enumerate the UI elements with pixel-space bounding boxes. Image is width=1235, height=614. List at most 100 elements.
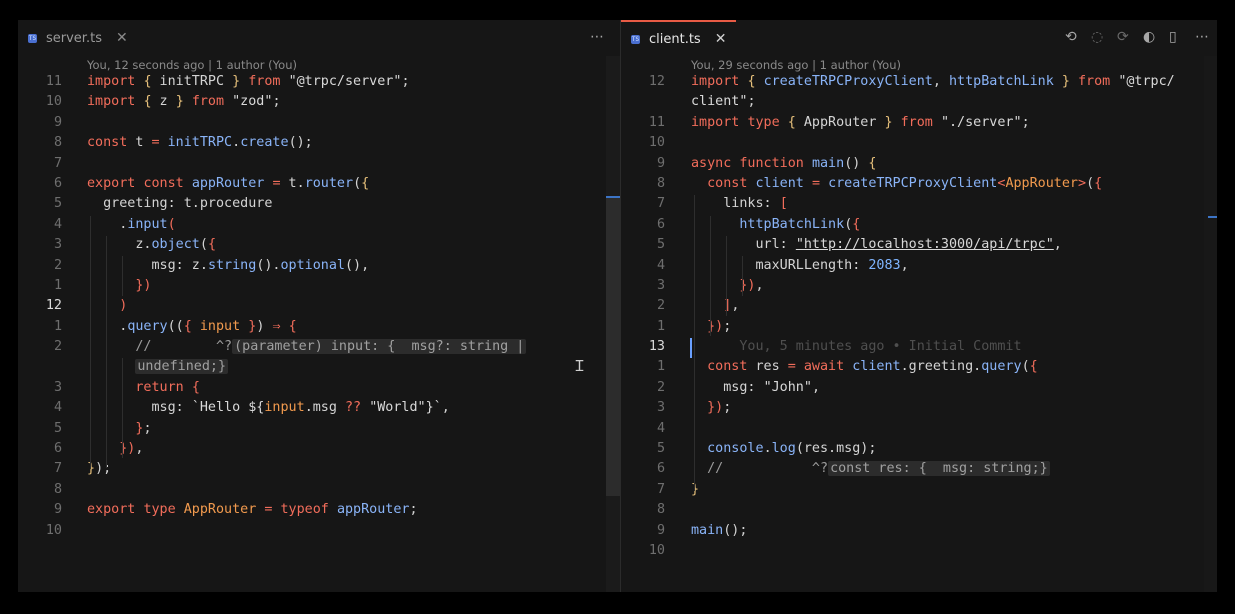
code-text: }); [707, 400, 732, 416]
line-number: 5 [53, 196, 62, 212]
code-line[interactable]: 10 [18, 521, 620, 541]
code-line[interactable]: 5 console.log(res.msg); [621, 439, 1217, 459]
code-line[interactable]: client"; [621, 92, 1217, 112]
editor-group-left: TS server.ts ✕ ⋯ You, 12 seconds ago | 1… [18, 20, 620, 592]
code-text: .input( [87, 216, 176, 232]
code-line[interactable]: 6 export const appRouter = t.router({ [18, 174, 620, 194]
tab-server-ts[interactable]: TS server.ts ✕ [28, 20, 128, 56]
code-text: msg: "John", [691, 379, 820, 395]
code-line[interactable]: 9 async function main() { [621, 154, 1217, 174]
code-line[interactable]: 3 return { [18, 378, 620, 398]
scrollbar-right[interactable] [1204, 56, 1217, 592]
line-number: 2 [656, 379, 665, 395]
scrollbar-left[interactable] [606, 56, 620, 592]
code-line[interactable]: 1 .query(({ input }) ⇒ { [18, 317, 620, 337]
code-line[interactable]: 1 }) [18, 276, 620, 296]
code-line[interactable]: 2 msg: z.string().optional(), [18, 256, 620, 276]
code-line[interactable]: 9 export type AppRouter = typeof appRoute… [18, 500, 620, 520]
code-text: // ^? (parameter) input: { msg?: string | [135, 339, 527, 355]
code-line[interactable]: 3 }); [621, 398, 1217, 418]
code-line[interactable]: 8 const client = createTRPCProxyClient<A… [621, 174, 1217, 194]
line-number: 11 [45, 74, 62, 89]
line-number: 12 [45, 298, 62, 314]
code-text: }) [135, 277, 152, 293]
close-icon[interactable]: ✕ [116, 30, 128, 46]
code-text: return { [135, 379, 200, 395]
code-line[interactable]: 3 z.object({ [18, 235, 620, 255]
code-text: } [691, 481, 700, 497]
code-line[interactable]: 4 .input( [18, 215, 620, 235]
line-number: 2 [53, 257, 62, 273]
code-line[interactable]: 6 // ^? const res: { msg: string;} [621, 459, 1217, 479]
code-line[interactable]: 12 import { createTRPCProxyClient, httpBa… [621, 72, 1217, 92]
close-icon[interactable]: ✕ [715, 31, 727, 47]
code-line[interactable]: 2 // ^? (parameter) input: { msg?: string… [18, 337, 620, 357]
line-number: 6 [656, 216, 665, 232]
split-editor-icon[interactable]: ▯ [1169, 29, 1177, 45]
code-line[interactable]: 10 import { z } from "zod"; [18, 92, 620, 112]
code-line[interactable]: 7}); [18, 459, 620, 479]
code-line[interactable]: 8 const t = initTRPC.create(); [18, 133, 620, 153]
code-line[interactable]: 5 }; [18, 419, 620, 439]
code-line[interactable]: 7 [18, 154, 620, 174]
code-text: // ^? const res: { msg: string;} [707, 461, 1050, 477]
more-actions-icon[interactable]: ⋯ [590, 29, 604, 45]
code-text: client"; [691, 94, 756, 110]
code-line[interactable]: 12 ) [18, 296, 620, 316]
code-editor-left[interactable]: 11 import { initTRPC } from "@trpc/server… [18, 72, 620, 541]
line-number: 2 [656, 298, 665, 314]
code-line[interactable]: 4 [621, 419, 1217, 439]
go-forward-icon[interactable]: ⟳ [1117, 29, 1129, 45]
code-line[interactable]: 9 main(); [621, 521, 1217, 541]
indent-guide [122, 358, 123, 458]
code-line[interactable]: 8 [18, 480, 620, 500]
more-actions-icon[interactable]: ⋯ [1195, 29, 1209, 45]
circle-icon[interactable]: ◌ [1091, 29, 1103, 45]
code-text: export const appRouter = t.router({ [87, 175, 370, 191]
line-number: 5 [656, 237, 665, 253]
line-number: 9 [53, 114, 62, 130]
line-number: 6 [53, 441, 62, 457]
code-line[interactable]: 6 }), [18, 439, 620, 459]
line-number: 1 [656, 359, 665, 375]
cursor-position-marker [1208, 216, 1217, 218]
code-text: const client = createTRPCProxyClient<App… [707, 175, 1103, 191]
indent-guide [106, 236, 107, 468]
line-number: 7 [656, 481, 665, 497]
indent-guide [742, 256, 743, 296]
code-text: }), [739, 277, 764, 293]
code-line[interactable]: 8 [621, 500, 1217, 520]
tab-client-ts[interactable]: TS client.ts ✕ [621, 20, 736, 56]
code-line[interactable]: 5 greeting: t.procedure [18, 194, 620, 214]
go-back-icon[interactable]: ⟲ [1065, 29, 1077, 45]
line-number: 4 [656, 420, 665, 436]
line-number: 8 [53, 135, 62, 151]
line-number: 12 [648, 74, 665, 89]
editor-group-right: TS client.ts ✕ ⟲ ◌ ⟳ ◐ ▯ ⋯ You, 29 secon… [620, 20, 1217, 592]
code-line[interactable]: 9 [18, 113, 620, 133]
timeline-icon[interactable]: ◐ [1143, 29, 1155, 45]
text-cursor-icon: Ｉ [572, 357, 588, 375]
code-line[interactable]: 1 const res = await client.greeting.quer… [621, 357, 1217, 377]
indent-guide [694, 195, 695, 491]
code-text: main(); [691, 522, 748, 538]
code-line[interactable]: 11 import type { AppRouter } from "./serv… [621, 113, 1217, 133]
code-line[interactable]: undefined;} [18, 357, 620, 377]
line-number: 3 [53, 237, 62, 253]
code-line[interactable]: 10 [621, 541, 1217, 561]
code-text: const res = await client.greeting.query(… [707, 359, 1038, 375]
code-line[interactable]: 4 msg: `Hello ${input.msg ?? "World"}`, [18, 398, 620, 418]
code-line[interactable]: 7} [621, 480, 1217, 500]
line-number: 3 [656, 277, 665, 293]
code-text: msg: z.string().optional(), [87, 257, 370, 273]
code-line[interactable]: 10 [621, 133, 1217, 153]
code-text: console.log(res.msg); [707, 441, 877, 457]
tab-label: server.ts [46, 30, 102, 46]
tab-label: client.ts [649, 31, 701, 47]
code-line[interactable]: 11 import { initTRPC } from "@trpc/server… [18, 72, 620, 92]
code-line[interactable]: 7 links: [ [621, 194, 1217, 214]
code-text: links: [ [691, 196, 788, 212]
scrollbar-thumb[interactable] [606, 196, 620, 496]
code-line[interactable]: 2 msg: "John", [621, 378, 1217, 398]
code-line[interactable]: 13 You, 5 minutes ago • Initial Commit [621, 337, 1217, 357]
